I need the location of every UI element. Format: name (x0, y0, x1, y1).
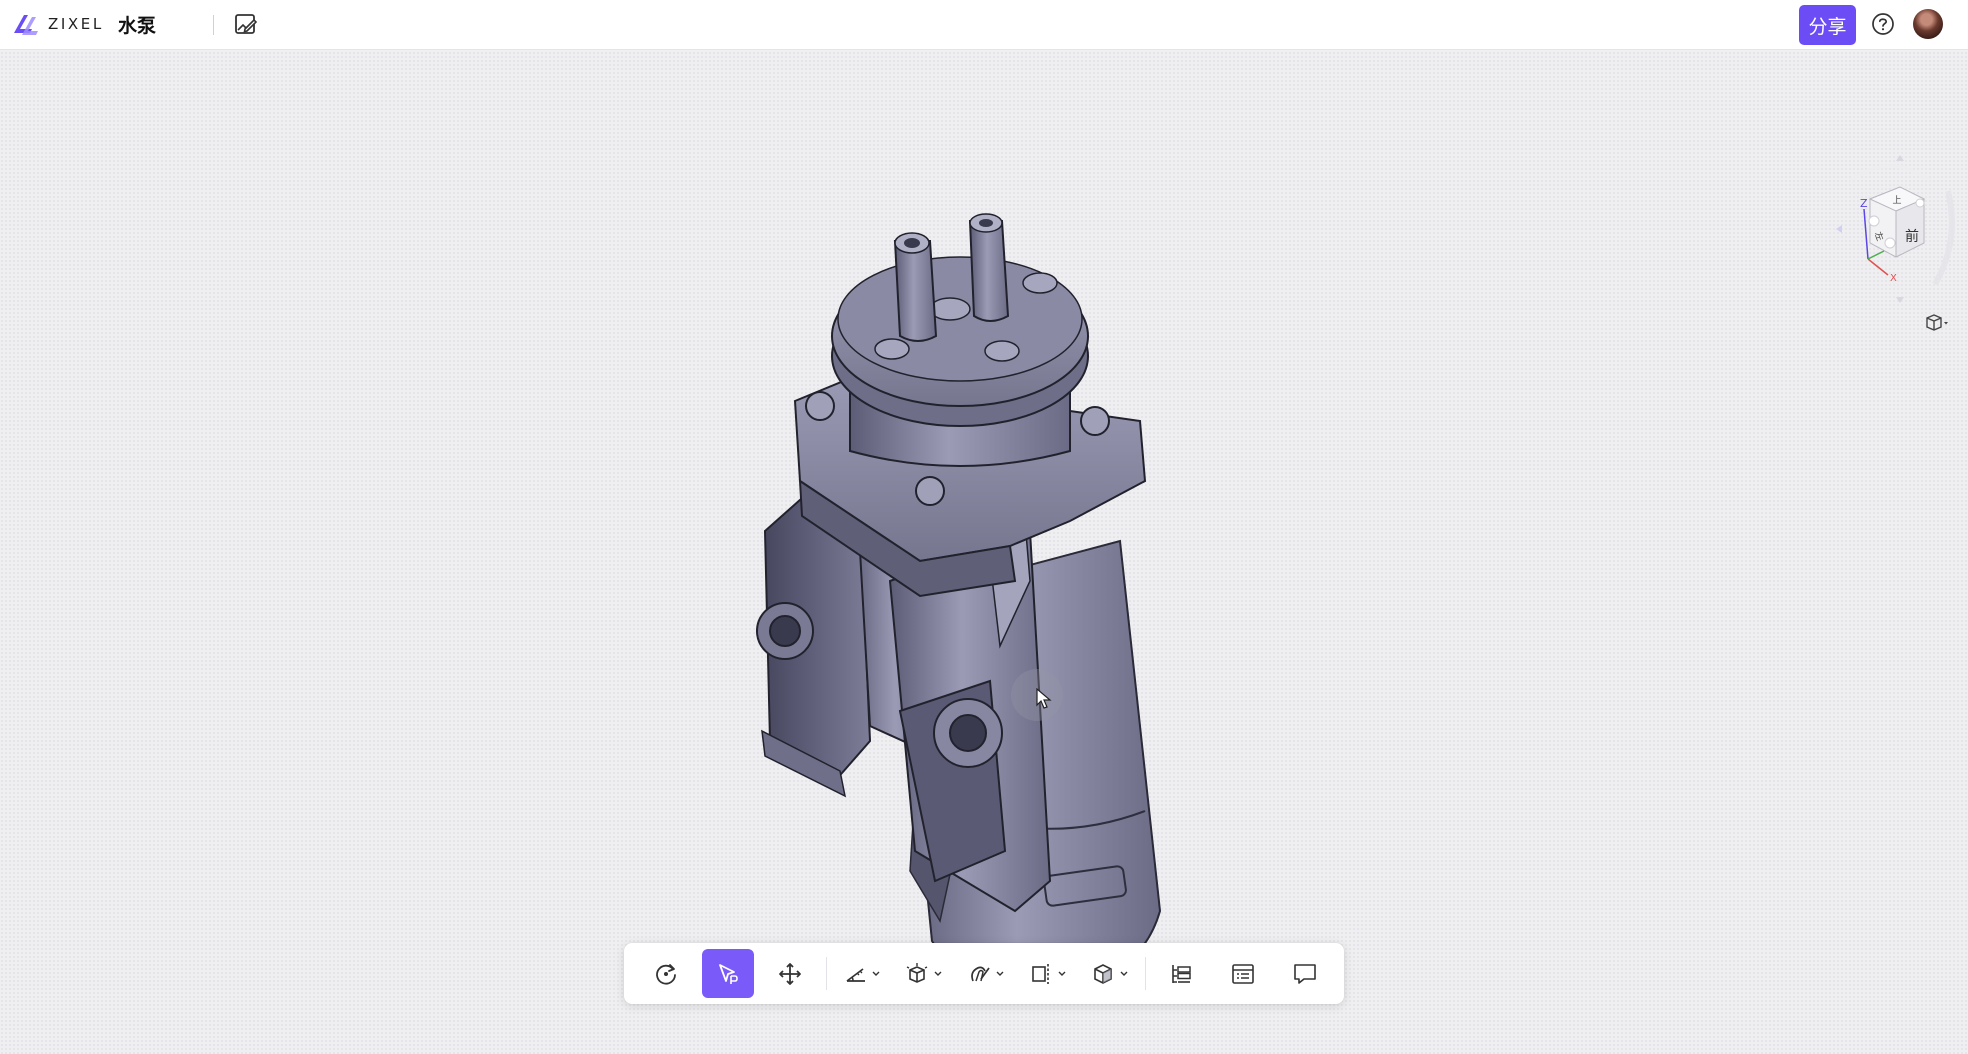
mouse-pointer-icon (1036, 688, 1052, 709)
toolbar-divider (1145, 957, 1146, 990)
view-mode-dropdown[interactable] (1922, 311, 1952, 335)
select-cursor-icon (719, 963, 738, 984)
header-divider (213, 15, 214, 35)
move-arrows-icon (779, 962, 801, 985)
view-cube-gizmo[interactable]: 上 左 前 Z X (1800, 151, 1960, 311)
display-mode-button[interactable] (1085, 949, 1137, 998)
structure-tree-button[interactable] (1155, 949, 1207, 998)
toolbar-divider (826, 957, 827, 990)
pan-button[interactable] (765, 949, 815, 998)
document-title: 水泵 (118, 15, 157, 37)
properties-list-icon (1232, 963, 1254, 984)
user-avatar[interactable] (1913, 9, 1943, 39)
view-mode-cube-icon (1926, 314, 1948, 331)
zixel-logo-icon (14, 15, 38, 35)
help-circle-icon (1872, 13, 1894, 35)
explode-button[interactable] (899, 949, 951, 998)
properties-button[interactable] (1217, 949, 1269, 998)
top-bar: ZIXEL 水泵 分享 (0, 0, 1968, 50)
explode-cube-icon (906, 962, 942, 983)
axis-z-label: Z (1860, 197, 1868, 210)
share-button[interactable]: 分享 (1799, 5, 1856, 45)
water-pump-model[interactable] (740, 151, 1200, 1001)
brand-name: ZIXEL (48, 15, 104, 33)
edit-image-icon (235, 14, 258, 34)
markup-icon (971, 966, 1004, 981)
rotate-icon (656, 963, 676, 985)
bottom-toolbar (624, 943, 1344, 1004)
display-cube-icon (1094, 963, 1128, 984)
axis-x-label: X (1890, 273, 1897, 284)
markup-button[interactable] (961, 949, 1013, 998)
section-plane-icon (1032, 963, 1066, 984)
help-button[interactable] (1870, 11, 1896, 37)
comments-button[interactable] (1279, 949, 1331, 998)
rotate-button[interactable] (641, 949, 691, 998)
select-button[interactable] (702, 949, 754, 998)
view-cube-front-face[interactable]: 前 (1905, 228, 1919, 245)
3d-viewport[interactable]: 上 左 前 Z X (0, 51, 1968, 1054)
comment-icon (1294, 963, 1316, 984)
measure-icon (846, 967, 880, 982)
section-button[interactable] (1023, 949, 1075, 998)
tree-list-icon (1172, 964, 1191, 983)
view-cube-top-face[interactable]: 上 (1892, 195, 1901, 206)
measure-button[interactable] (837, 949, 889, 998)
view-cube[interactable]: 上 左 前 Z X (1800, 151, 1960, 311)
edit-image-button[interactable] (232, 11, 260, 39)
